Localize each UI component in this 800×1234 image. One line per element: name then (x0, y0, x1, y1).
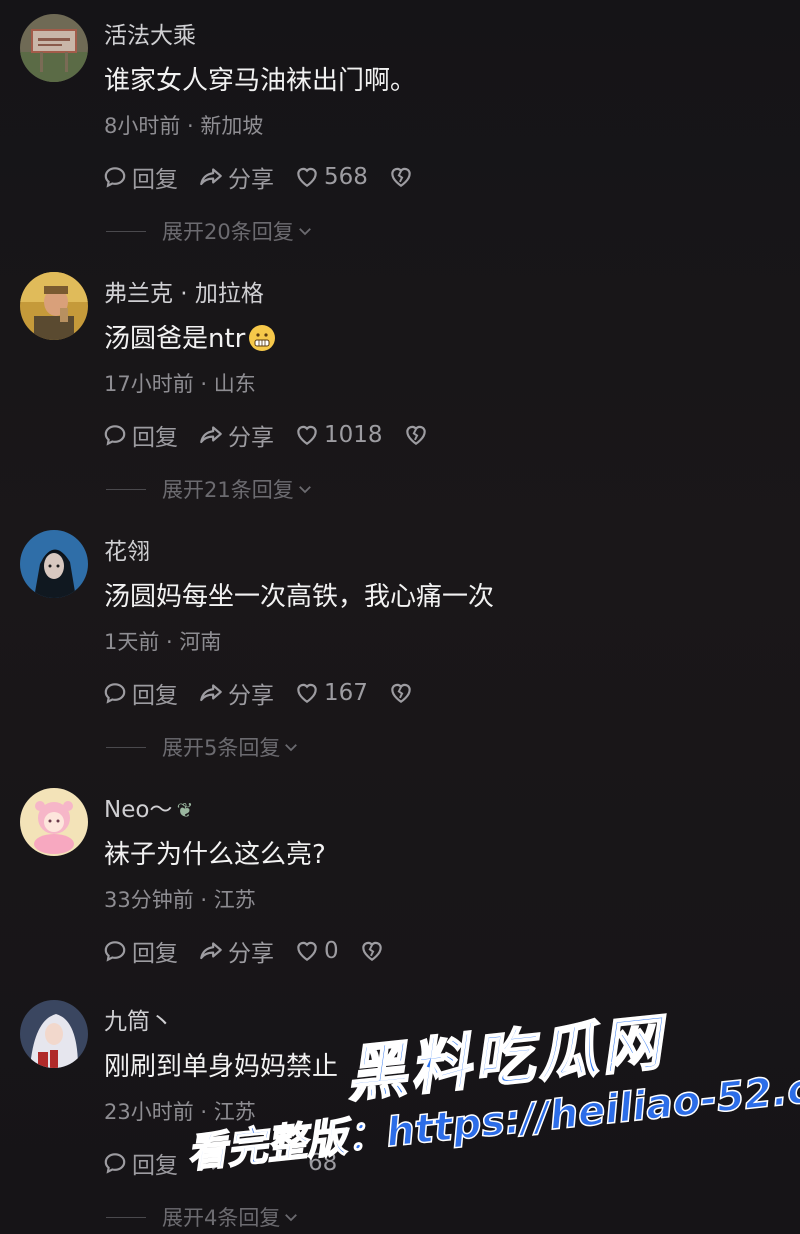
expand-label: 展开21条回复 (162, 478, 294, 502)
reply-icon (104, 425, 126, 446)
reply-label: 回复 (132, 1153, 178, 1179)
bird-icon: ❦ (176, 798, 194, 822)
username[interactable]: 弗兰克 · 加拉格 (104, 274, 264, 308)
expand-label: 展开4条回复 (162, 1206, 281, 1230)
dislike-button[interactable] (403, 422, 429, 448)
like-count: 568 (324, 164, 368, 190)
heart-icon (297, 425, 317, 445)
comment-text: 袜子为什么这么亮? (104, 840, 326, 870)
dislike-button[interactable] (359, 938, 385, 964)
comment-actions: 回复 分享 0 (102, 934, 405, 968)
comment-actions: 回复 分享 1018 (102, 418, 449, 452)
share-label: 分享 (228, 425, 274, 451)
reply-label: 回复 (132, 167, 178, 193)
avatar[interactable] (20, 530, 88, 598)
expand-replies-button[interactable]: 展开4条回复 (106, 1202, 300, 1232)
avatar[interactable] (20, 14, 88, 82)
dislike-button[interactable] (388, 680, 414, 706)
reply-icon (104, 941, 126, 962)
avatar[interactable] (20, 272, 88, 340)
reply-button[interactable]: 回复 (102, 934, 178, 968)
comment-item: Neo～ ❦ 袜子为什么这么亮? 33分钟前 · 江苏 回复 分享 0 (0, 774, 800, 986)
share-label: 分享 (228, 167, 274, 193)
reply-icon (104, 683, 126, 704)
comment-text: 汤圆爸是ntr (104, 318, 276, 355)
like-count: 0 (324, 938, 339, 964)
username[interactable]: Neo～ ❦ (104, 790, 193, 824)
share-label: 分享 (228, 683, 274, 709)
divider (106, 230, 146, 232)
reply-button[interactable]: 回复 (102, 418, 178, 452)
comment-item: 花翎 汤圆妈每坐一次高铁，我心痛一次 1天前 · 河南 回复 分享 167 展开… (0, 516, 800, 774)
reply-label: 回复 (132, 683, 178, 709)
like-button[interactable]: 568 (294, 164, 368, 190)
comment-meta: 17小时前 · 山东 (104, 372, 256, 396)
username-text: Neo～ (104, 797, 173, 823)
grimace-emoji-icon (249, 325, 276, 351)
share-icon (200, 168, 222, 186)
comment-meta: 33分钟前 · 江苏 (104, 888, 256, 912)
chevron-down-icon (285, 744, 298, 752)
comment-actions: 回复 分享 568 (102, 160, 434, 194)
chevron-down-icon (298, 486, 311, 494)
divider (106, 488, 146, 490)
share-button[interactable]: 分享 (198, 418, 274, 452)
comment-text-content: 汤圆爸是ntr (104, 324, 246, 354)
reply-label: 回复 (132, 425, 178, 451)
username[interactable]: 花翎 (104, 532, 150, 566)
comment-text: 刚刷到单身妈妈禁止 (104, 1052, 339, 1082)
like-count: 167 (324, 680, 368, 706)
reply-button[interactable]: 回复 (102, 676, 178, 710)
heart-icon (297, 167, 317, 187)
chevron-down-icon (285, 1214, 298, 1222)
comment-list: 活法大乘 谁家女人穿马油袜出门啊。 8小时前 · 新加坡 回复 分享 568 展… (0, 0, 800, 1234)
expand-replies-button[interactable]: 展开20条回复 (106, 216, 314, 246)
expand-replies-button[interactable]: 展开21条回复 (106, 474, 314, 504)
comment-item: 弗兰克 · 加拉格 汤圆爸是ntr 17小时前 · 山东 回复 分享 1018 (0, 258, 800, 516)
reply-label: 回复 (132, 941, 178, 967)
comment-text: 谁家女人穿马油袜出门啊。 (104, 66, 417, 96)
comment-actions: 回复 分享 167 (102, 676, 434, 710)
share-label: 分享 (228, 941, 274, 967)
username[interactable]: 活法大乘 (104, 16, 196, 50)
comment-meta: 8小时前 · 新加坡 (104, 114, 264, 138)
like-button[interactable]: 0 (294, 938, 339, 964)
reply-button[interactable]: 回复 (102, 160, 178, 194)
like-button[interactable]: 167 (294, 680, 368, 706)
avatar[interactable] (20, 1000, 88, 1068)
share-icon (200, 684, 222, 702)
heart-icon (297, 941, 317, 961)
comment-meta: 1天前 · 河南 (104, 630, 222, 654)
expand-label: 展开5条回复 (162, 736, 281, 760)
broken-heart-icon (405, 425, 426, 445)
divider (106, 1216, 146, 1218)
heart-icon (297, 683, 317, 703)
divider (106, 746, 146, 748)
chevron-down-icon (298, 228, 311, 236)
reply-button[interactable]: 回复 (102, 1146, 178, 1180)
expand-label: 展开20条回复 (162, 220, 294, 244)
avatar[interactable] (20, 788, 88, 856)
comment-item: 活法大乘 谁家女人穿马油袜出门啊。 8小时前 · 新加坡 回复 分享 568 展… (0, 0, 800, 258)
share-button[interactable]: 分享 (198, 676, 274, 710)
dislike-button[interactable] (388, 164, 414, 190)
like-button[interactable]: 1018 (294, 422, 383, 448)
share-button[interactable]: 分享 (198, 160, 274, 194)
share-icon (200, 426, 222, 444)
reply-icon (104, 1153, 126, 1174)
broken-heart-icon (391, 683, 411, 703)
share-button[interactable]: 分享 (198, 934, 274, 968)
comment-text: 汤圆妈每坐一次高铁，我心痛一次 (104, 582, 495, 612)
expand-replies-button[interactable]: 展开5条回复 (106, 732, 300, 762)
reply-icon (104, 167, 126, 188)
broken-heart-icon (391, 167, 411, 187)
share-icon (200, 942, 222, 960)
like-count: 1018 (324, 422, 383, 448)
broken-heart-icon (361, 941, 382, 961)
username[interactable]: 九筒丶 (104, 1002, 173, 1036)
